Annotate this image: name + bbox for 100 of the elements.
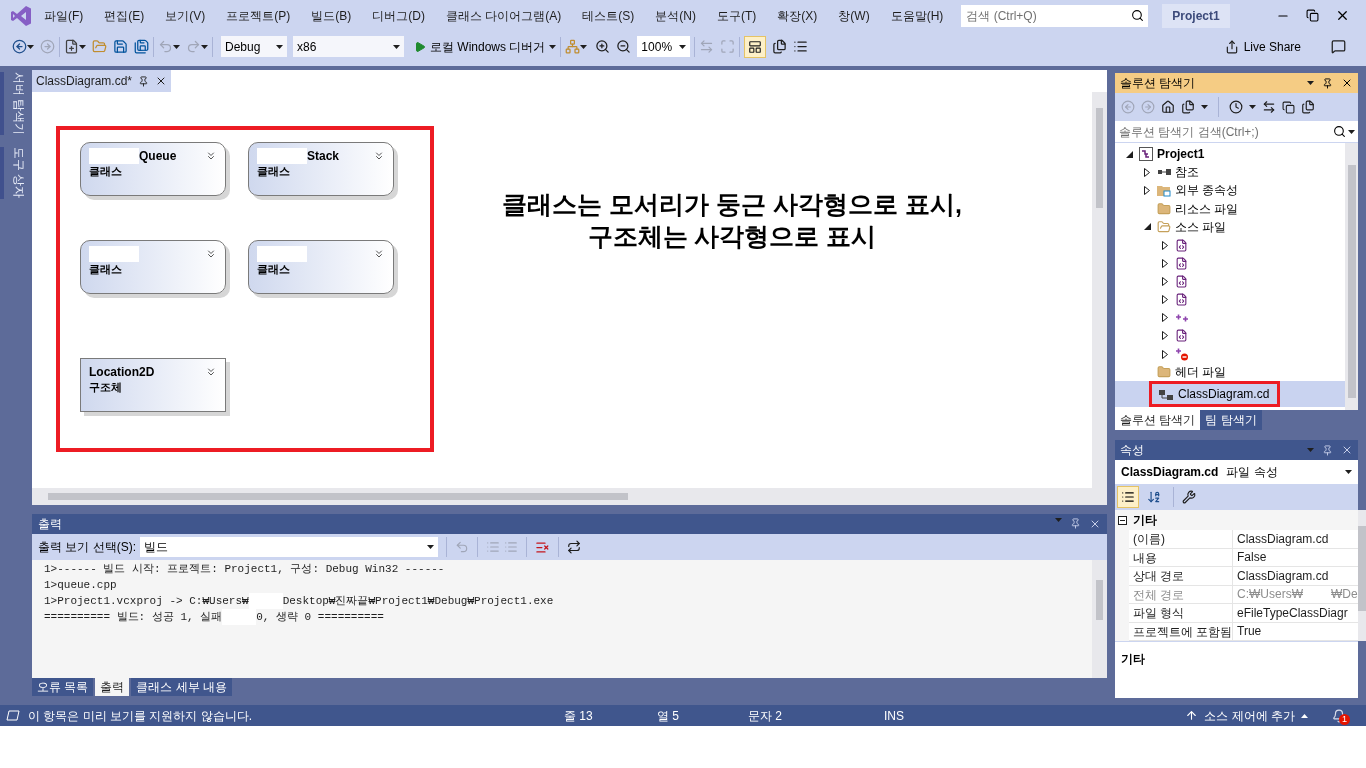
expand-arrow-icon[interactable] — [1162, 313, 1168, 323]
vertical-scrollbar[interactable] — [1357, 510, 1366, 641]
member-format-icon[interactable] — [772, 39, 788, 54]
panel-tab[interactable]: 출력 — [95, 678, 130, 696]
menu-item[interactable]: 테스트(S) — [582, 6, 635, 25]
menu-item[interactable]: 프로젝트(P) — [226, 6, 291, 25]
menu-item[interactable]: 편집(E) — [104, 6, 145, 25]
tree-item[interactable]: Project1 — [1115, 145, 1345, 164]
notification-icon[interactable] — [1332, 708, 1346, 723]
restore-icon[interactable] — [1306, 9, 1319, 22]
menu-item[interactable]: 분석(N) — [655, 6, 696, 25]
expand-arrow-icon[interactable] — [1162, 295, 1168, 305]
expand-arrow-icon[interactable] — [1162, 240, 1168, 250]
expand-arrow-icon[interactable] — [1144, 185, 1150, 195]
expand-icon[interactable] — [205, 150, 217, 162]
pending-changes-icon[interactable] — [1229, 100, 1243, 114]
vertical-scrollbar[interactable] — [1092, 92, 1107, 488]
tree-item[interactable]: 참조 — [1115, 163, 1345, 182]
new-project-icon[interactable] — [64, 39, 79, 54]
column-number: 열 5 — [657, 707, 680, 725]
expand-arrow-icon[interactable] — [1162, 331, 1168, 341]
save-all-icon[interactable] — [134, 39, 149, 54]
property-name: (이름) — [1129, 530, 1233, 548]
horizontal-scrollbar[interactable] — [32, 488, 1107, 505]
panel-tab[interactable]: 클래스 세부 내용 — [131, 678, 232, 696]
feedback-icon[interactable] — [1331, 39, 1346, 54]
close-icon[interactable] — [1341, 77, 1353, 89]
collapse-arrow-icon[interactable] — [1125, 150, 1133, 158]
clear-all-icon[interactable] — [535, 539, 550, 555]
expand-arrow-icon[interactable] — [1162, 276, 1168, 286]
vertical-scrollbar[interactable] — [1345, 143, 1358, 410]
categorized-button[interactable] — [1117, 486, 1139, 508]
zoom-in-icon[interactable] — [595, 39, 611, 54]
home-icon[interactable] — [1161, 100, 1175, 114]
expand-arrow-icon[interactable] — [1162, 258, 1168, 268]
configuration-dropdown[interactable]: Debug — [221, 36, 287, 57]
expand-arrow-icon[interactable] — [1162, 349, 1168, 359]
object-dropdown[interactable]: ClassDiagram.cd 파일 속성 — [1115, 460, 1358, 484]
back-icon[interactable] — [12, 39, 27, 54]
expand-icon[interactable] — [205, 248, 217, 260]
collapse-all-icon[interactable] — [1282, 100, 1295, 114]
search-button[interactable] — [1330, 121, 1358, 142]
menu-item[interactable]: 창(W) — [838, 6, 870, 25]
source-dropdown[interactable]: 빌드 — [140, 537, 438, 557]
tree-item[interactable]: 리소스 파일 — [1115, 199, 1345, 218]
pin-icon[interactable] — [1322, 77, 1333, 89]
sync-icon[interactable] — [1262, 100, 1276, 114]
menu-item[interactable]: 디버그(D) — [372, 6, 425, 25]
menu-item[interactable]: 클래스 다이어그램(A) — [446, 6, 562, 25]
expand-arrow-icon[interactable] — [1144, 167, 1150, 177]
live-share-button[interactable]: Live Share — [1224, 37, 1301, 56]
output-text-area[interactable]: 1>------ 빌드 시작: 프로젝트: Project1, 구성: Debug Win32 ------ 1>queue.cpp 1>Project1.vcxproj -> C:₩Users₩ Desktop₩진짜끝₩Project1₩Debug₩Project1.exe ========== 빌드: 성공 1, 실패 0, 생략 0 ========== — [32, 560, 1107, 678]
panel-tab[interactable]: 팀 탐색기 — [1200, 410, 1262, 430]
platform-dropdown[interactable]: x86 — [293, 36, 404, 57]
panel-tab[interactable]: 오류 목록 — [32, 678, 94, 696]
menu-item[interactable]: 도구(T) — [717, 6, 757, 25]
expand-icon[interactable] — [205, 366, 217, 378]
search-field[interactable]: 검색 (Ctrl+Q) — [961, 4, 1128, 27]
menu-item[interactable]: 확장(X) — [777, 6, 818, 25]
zoom-out-icon[interactable] — [616, 39, 632, 54]
collapse-arrow-icon[interactable] — [1143, 223, 1151, 231]
run-debugger-button[interactable]: 로컬 Windows 디버거 — [414, 37, 557, 56]
panel-tab[interactable]: 솔루션 탐색기 — [1115, 410, 1201, 430]
word-wrap-icon[interactable] — [567, 540, 581, 554]
save-icon[interactable] — [113, 39, 128, 54]
document-tab[interactable]: ClassDiagram.cd* — [32, 70, 172, 92]
display-toggle-button[interactable] — [744, 35, 767, 58]
tree-item[interactable]: 헤더 파일 — [1115, 363, 1345, 382]
menu-item[interactable]: 빌드(B) — [311, 6, 352, 25]
property-value[interactable]: ClassDiagram.cd — [1237, 530, 1329, 548]
property-value[interactable]: True — [1237, 622, 1262, 640]
close-icon[interactable] — [1335, 8, 1350, 23]
wrench-icon[interactable] — [1182, 490, 1196, 504]
expand-icon[interactable] — [373, 150, 385, 162]
file-icon — [1175, 238, 1188, 252]
menu-item[interactable]: 보기(V) — [165, 6, 206, 25]
menu-item[interactable]: 도움말(H) — [890, 6, 944, 25]
tree-item[interactable]: 외부 종속성 — [1115, 181, 1345, 200]
tree-item[interactable]: ClassDiagram.cd — [1115, 381, 1345, 408]
source-control-button[interactable]: 소스 제어에 추가 — [1185, 706, 1308, 725]
property-value[interactable]: ClassDiagram.cd — [1237, 567, 1329, 585]
property-value[interactable]: eFileTypeClassDiagr — [1237, 604, 1348, 622]
menu-item[interactable]: 파일(F) — [44, 6, 84, 25]
collapse-toggle-icon[interactable] — [1118, 515, 1127, 525]
search-button[interactable] — [1127, 4, 1149, 27]
tree-label: ClassDiagram.cd — [1178, 386, 1270, 404]
pin-icon[interactable] — [138, 75, 150, 87]
zoom-dropdown[interactable]: 100% — [637, 36, 691, 57]
tree-label: 참조 — [1175, 164, 1199, 182]
expand-icon[interactable] — [373, 248, 385, 260]
switch-views-icon[interactable] — [1181, 100, 1195, 114]
caret-icon — [1348, 129, 1355, 134]
show-all-files-icon[interactable] — [1301, 100, 1315, 114]
app-logo[interactable] — [10, 4, 32, 27]
list-icon[interactable] — [793, 39, 809, 54]
vertical-scrollbar[interactable] — [1092, 560, 1107, 678]
property-value[interactable]: False — [1237, 548, 1267, 566]
tree-item[interactable]: 소스 파일 — [1115, 217, 1345, 236]
search-field[interactable]: 솔루션 탐색기 검색(Ctrl+;) — [1115, 121, 1330, 142]
pin-icon[interactable] — [1070, 518, 1081, 529]
